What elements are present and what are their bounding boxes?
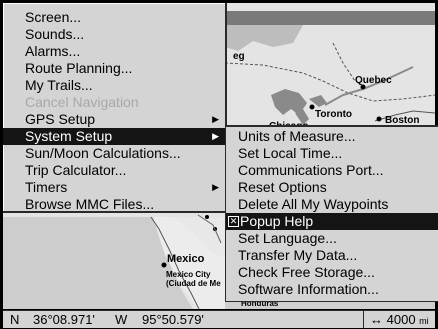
menu-item-system-setup[interactable]: System Setup ▶ [3,128,225,145]
map-label-ciudad: (Ciudad de Me [166,279,221,288]
menu-item-browse-mmc[interactable]: Browse MMC Files... [3,196,225,213]
submenu-item-software-info[interactable]: Software Information... [226,281,438,298]
system-setup-submenu: Units of Measure... Set Local Time... Co… [225,125,438,302]
submenu-item-set-language[interactable]: Set Language... [226,230,438,247]
menu-item-sun-moon[interactable]: Sun/Moon Calculations... [3,145,225,162]
menu-item-cancel-navigation: Cancel Navigation [25,94,139,110]
submenu-item-reset-options[interactable]: Reset Options [226,179,438,196]
longitude-hemisphere: W [115,312,128,327]
zoom-value: 4000 [386,312,416,327]
map-label-mexico: Mexico [167,253,205,265]
map-label-quebec: Quebec [355,75,392,86]
checkbox-checked-icon[interactable]: ✕ [228,215,239,227]
zoom-indicator: ↔ 4000 mi [363,311,435,328]
menu-item-my-trails[interactable]: My Trails... [3,77,225,94]
menu-item-timers[interactable]: Timers ▶ [3,179,225,196]
menu-item-alarms[interactable]: Alarms... [3,43,225,60]
gps-screen: eg Toronto Quebec Chicago Boston Mexico … [0,0,438,329]
menu-item-screen[interactable]: Screen... [3,9,225,26]
submenu-item-transfer-data[interactable]: Transfer My Data... [226,247,438,264]
submenu-item-free-storage[interactable]: Check Free Storage... [226,264,438,281]
submenu-arrow-icon: ▶ [212,182,219,192]
submenu-arrow-icon: ▶ [212,114,219,124]
latitude-hemisphere: N [10,312,20,327]
menu-item-sounds[interactable]: Sounds... [3,26,225,43]
main-menu: Screen... Sounds... Alarms... Route Plan… [3,3,227,213]
zoom-range-icon: ↔ [370,312,383,327]
submenu-item-units[interactable]: Units of Measure... [226,128,438,145]
map-label-toronto: Toronto [315,109,353,120]
submenu-arrow-icon: ▶ [212,131,219,141]
status-bar: N 36°08.971' W 95°50.579' ↔ 4000 mi [3,310,435,328]
zoom-unit: mi [419,316,429,326]
menu-item-route-planning[interactable]: Route Planning... [3,60,225,77]
submenu-item-comm-port[interactable]: Communications Port... [226,162,438,179]
submenu-item-delete-waypoints[interactable]: Delete All My Waypoints [226,196,438,213]
map-label-mexico-city: Mexico City [166,270,211,279]
submenu-item-local-time[interactable]: Set Local Time... [226,145,438,162]
map-label-partial-top: eg [233,51,245,62]
longitude-value: 95°50.579' [142,312,204,327]
menu-item-trip-calculator[interactable]: Trip Calculator... [3,162,225,179]
menu-item-gps-setup[interactable]: GPS Setup ▶ [3,111,225,128]
latitude-value: 36°08.971' [33,312,95,327]
submenu-item-popup-help[interactable]: ✕ Popup Help [226,213,438,230]
